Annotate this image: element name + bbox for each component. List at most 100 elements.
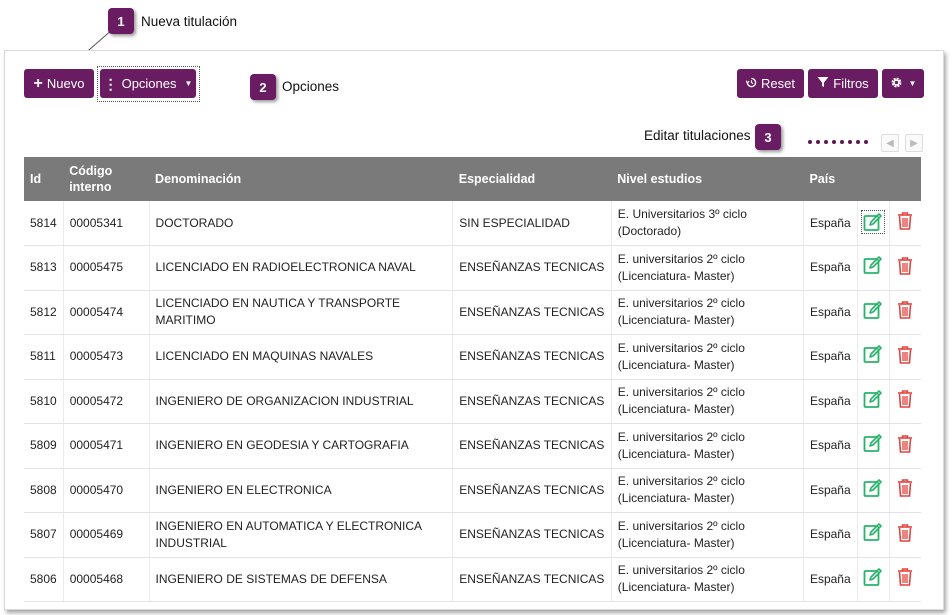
callout-3-badge: 3 <box>755 124 781 150</box>
cell-edit <box>857 379 890 424</box>
cell-name: DOCTORADO <box>149 201 454 246</box>
filters-button[interactable]: Filtros <box>808 69 878 98</box>
cell-name: LICENCIADO EN MAQUINAS NAVALES <box>149 334 454 380</box>
cell-delete <box>889 334 921 380</box>
cell-level: E. universitarios 2º ciclo (Licenciatura-… <box>611 245 804 291</box>
cell-level-line1: E. universitarios 2º ciclo <box>617 429 745 444</box>
cell-id: 5810 <box>24 379 64 424</box>
cell-code: 00005468 <box>63 557 150 602</box>
trash-icon[interactable] <box>897 478 913 498</box>
cell-level-line2: (Licenciatura- Master) <box>617 446 735 461</box>
edit-pencil-icon[interactable] <box>863 344 883 364</box>
cell-edit <box>857 334 890 380</box>
table-row[interactable]: 5808 00005470 INGENIERO EN ELECTRONICA ENSE… <box>24 468 921 513</box>
cell-level-line1: E. universitarios 2º ciclo <box>617 296 745 311</box>
cell-id: 5809 <box>24 423 64 469</box>
cell-delete <box>889 557 921 602</box>
new-button-label: Nuevo <box>46 76 85 91</box>
cell-country: España <box>803 557 858 602</box>
cell-edit <box>857 512 890 558</box>
cell-specialty: ENSEÑANZAS TECNICAS <box>452 423 612 469</box>
cell-code: 00005472 <box>63 379 150 424</box>
settings-button[interactable]: ▼ <box>882 69 924 98</box>
edit-pencil-icon[interactable] <box>861 209 886 234</box>
cell-specialty: ENSEÑANZAS TECNICAS <box>452 334 612 380</box>
table-row[interactable]: 5811 00005473 LICENCIADO EN MAQUINAS NAVAL… <box>24 334 921 380</box>
trash-icon[interactable] <box>897 300 913 320</box>
col-header-specialty[interactable]: Especialidad <box>452 157 612 201</box>
col-header-id[interactable]: Id <box>24 157 64 201</box>
cell-level-line2: (Licenciatura- Master) <box>617 402 735 417</box>
vertical-ellipsis-icon: ⋮ <box>103 75 118 92</box>
cell-specialty: ENSEÑANZAS TECNICAS <box>452 557 612 602</box>
cell-specialty: ENSEÑANZAS TECNICAS <box>452 245 612 291</box>
filters-button-label: Filtros <box>833 76 869 91</box>
table-row[interactable]: 5807 00005469 INGENIERO EN AUTOMATICA Y EL… <box>24 512 921 558</box>
table-row[interactable]: 5812 00005474 LICENCIADO EN NAUTICA Y TRAN… <box>24 290 921 335</box>
table-row[interactable]: 5806 00005468 INGENIERO DE SISTEMAS DE DEF… <box>24 557 921 602</box>
col-header-code[interactable]: Código interno <box>63 157 150 201</box>
cell-level-line2: (Licenciatura- Master) <box>617 268 735 283</box>
cell-delete <box>889 290 921 335</box>
cell-country: España <box>803 334 858 380</box>
table-row[interactable]: 5809 00005471 INGENIERO EN GEODESIA Y CART… <box>24 423 921 469</box>
edit-pencil-icon[interactable] <box>863 300 883 320</box>
cell-id: 5812 <box>24 290 64 335</box>
cell-level: E. universitarios 2º ciclo (Licenciatura-… <box>611 512 804 558</box>
new-button[interactable]: + Nuevo <box>24 69 94 98</box>
cell-delete <box>889 245 921 291</box>
edit-pencil-icon[interactable] <box>863 478 883 498</box>
cell-edit <box>857 423 890 469</box>
cell-code: 00005470 <box>63 468 150 513</box>
cell-name: INGENIERO DE SISTEMAS DE DEFENSA <box>149 557 454 602</box>
table-body: 5814 00005341 DOCTORADO SIN ESPECIALIDAD E. … <box>24 201 921 602</box>
edit-pencil-icon[interactable] <box>863 255 883 275</box>
cell-id: 5811 <box>24 334 64 380</box>
trash-icon[interactable] <box>897 256 913 275</box>
trash-icon[interactable] <box>897 523 913 542</box>
options-button[interactable]: ⋮ Opciones ▼ <box>100 69 196 98</box>
cell-edit <box>857 245 890 291</box>
cell-level-line1: E. universitarios 2º ciclo <box>617 385 745 400</box>
cell-specialty: ENSEÑANZAS TECNICAS <box>452 379 612 424</box>
trash-icon[interactable] <box>897 345 913 364</box>
cell-edit <box>857 201 890 246</box>
col-header-code-line2: interno <box>69 180 112 194</box>
gear-icon <box>890 76 903 92</box>
cell-delete <box>889 468 921 513</box>
cell-country: España <box>803 512 858 558</box>
cell-specialty: SIN ESPECIALIDAD <box>452 201 612 246</box>
cell-level-line1: E. Universitarios 3º ciclo <box>617 207 747 221</box>
trash-icon[interactable] <box>897 211 913 230</box>
funnel-icon <box>817 76 829 91</box>
chevron-left-icon[interactable]: ◀ <box>881 134 899 152</box>
table-row[interactable]: 5813 00005475 LICENCIADO EN RADIOELECTRONI… <box>24 245 921 291</box>
col-header-country[interactable]: País <box>803 157 858 201</box>
trash-icon[interactable] <box>897 567 913 587</box>
chevron-right-icon[interactable]: ▶ <box>905 134 923 152</box>
degrees-table: Id Código interno Denominación Especiali… <box>24 157 921 602</box>
cell-level-line1: E. universitarios 2º ciclo <box>617 518 745 533</box>
trash-icon[interactable] <box>897 434 913 453</box>
reset-button[interactable]: Reset <box>737 69 804 98</box>
cell-level-line1: E. universitarios 2º ciclo <box>617 563 745 578</box>
edit-pencil-icon[interactable] <box>863 567 883 587</box>
edit-pencil-icon[interactable] <box>863 433 883 453</box>
callout-1-text: Nueva titulación <box>141 14 238 29</box>
cell-code: 00005475 <box>63 245 150 291</box>
table-row[interactable]: 5810 00005472 INGENIERO DE ORGANIZACION IN… <box>24 379 921 424</box>
options-button-label: Opciones <box>121 76 177 91</box>
trash-icon[interactable] <box>897 389 913 409</box>
cell-level-line1: E. universitarios 2º ciclo <box>617 340 745 355</box>
cell-delete <box>889 423 921 469</box>
col-header-level[interactable]: Nivel estudios <box>611 157 804 201</box>
cell-level: E. Universitarios 3º ciclo (Doctorado) <box>611 201 804 246</box>
col-header-name[interactable]: Denominación <box>149 157 453 201</box>
cell-edit <box>857 557 890 602</box>
edit-pencil-icon[interactable] <box>863 522 883 542</box>
main-panel: + Nuevo ⋮ Opciones ▼ Reset Filtros ▼ ◀ ▶… <box>4 50 944 610</box>
cell-level-line2: (Licenciatura- Master) <box>617 580 735 595</box>
edit-pencil-icon[interactable] <box>863 389 883 409</box>
cell-level-line2: (Licenciatura- Master) <box>617 535 735 550</box>
table-row[interactable]: 5814 00005341 DOCTORADO SIN ESPECIALIDAD E. … <box>24 201 921 246</box>
